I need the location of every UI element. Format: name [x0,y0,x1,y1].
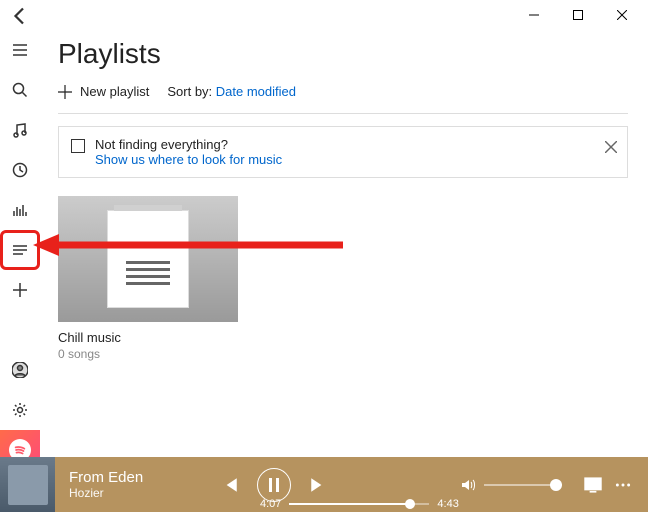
title-bar [0,0,648,30]
player-bar: From Eden Hozier 4:07 4:43 [0,457,648,512]
volume-control[interactable] [460,477,562,493]
elapsed-time: 4:07 [260,498,281,510]
more-icon[interactable] [612,474,634,496]
maximize-button[interactable] [556,1,600,29]
folder-icon [71,139,85,153]
divider [58,113,628,114]
previous-button[interactable] [219,474,241,496]
close-button[interactable] [600,1,644,29]
playlist-name: Chill music [58,330,238,345]
playlist-tile[interactable]: Chill music 0 songs [58,196,238,361]
info-link[interactable]: Show us where to look for music [95,152,282,167]
search-icon[interactable] [0,70,40,110]
recent-icon[interactable] [0,150,40,190]
account-icon[interactable] [0,350,40,390]
page-title: Playlists [58,38,628,70]
pause-button[interactable] [257,468,291,502]
new-playlist-button[interactable]: New playlist [58,84,149,99]
playlist-sub: 0 songs [58,347,238,361]
add-icon[interactable] [0,270,40,310]
sort-by[interactable]: Sort by: Date modified [167,84,296,99]
sidebar [0,30,40,470]
minimize-button[interactable] [512,1,556,29]
toolbar: New playlist Sort by: Date modified [58,84,628,99]
music-icon[interactable] [0,110,40,150]
duration-time: 4:43 [437,498,458,510]
close-icon[interactable] [605,141,617,153]
playlist-art [58,196,238,322]
cast-icon[interactable] [582,474,604,496]
album-art[interactable] [0,457,55,512]
track-name: From Eden [69,469,189,486]
back-button[interactable] [8,4,32,28]
next-button[interactable] [307,474,329,496]
info-text: Not finding everything? [95,137,282,152]
progress-bar[interactable]: 4:07 4:43 [260,498,459,510]
volume-icon [460,477,476,493]
menu-icon[interactable] [0,30,40,70]
settings-icon[interactable] [0,390,40,430]
sort-value: Date modified [216,84,296,99]
main-content: Playlists New playlist Sort by: Date mod… [40,30,648,457]
new-playlist-label: New playlist [80,84,149,99]
artist-name: Hozier [69,486,189,500]
playlists-icon[interactable] [0,230,40,270]
info-banner: Not finding everything? Show us where to… [58,126,628,178]
now-playing-icon[interactable] [0,190,40,230]
